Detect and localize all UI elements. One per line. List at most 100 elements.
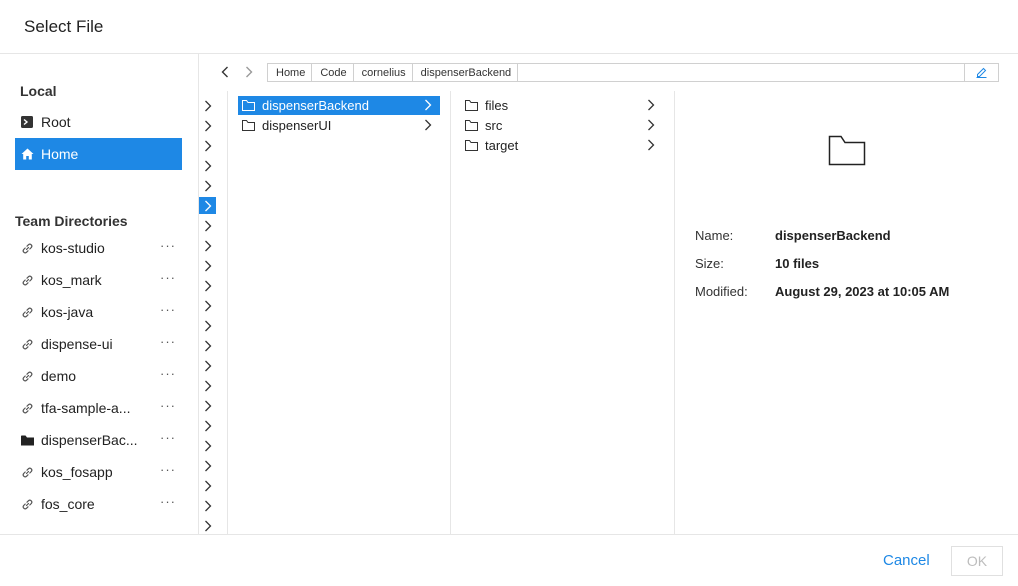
list-item-label: dispenserBackend	[262, 98, 369, 113]
link-icon	[21, 242, 41, 255]
sidebar-item-label: Home	[41, 146, 79, 162]
breadcrumb: Home Code cornelius dispenserBackend	[267, 63, 999, 82]
more-options-icon[interactable]: ···	[160, 302, 176, 317]
chevron-right-icon	[647, 99, 655, 114]
sidebar-item-kos-java[interactable]: kos-java ···	[15, 296, 182, 328]
sidebar-item-kos-fosapp[interactable]: kos_fosapp ···	[15, 456, 182, 488]
collapsed-column-chevron-icon[interactable]	[199, 97, 216, 114]
sidebar-item-label: dispenserBac...	[41, 432, 138, 448]
forward-button[interactable]	[240, 63, 258, 81]
chevron-right-icon	[647, 119, 655, 134]
collapsed-column-chevron-icon[interactable]	[199, 477, 216, 494]
local-section-title: Local	[20, 83, 57, 99]
breadcrumb-item[interactable]: Code	[312, 64, 354, 81]
home-icon	[21, 148, 41, 160]
sidebar-item-root[interactable]: Root	[15, 106, 182, 138]
collapsed-column-chevron-icon[interactable]	[199, 497, 216, 514]
terminal-icon	[21, 116, 41, 128]
collapsed-column-chevron-icon[interactable]	[199, 397, 216, 414]
link-icon	[21, 370, 41, 383]
chevron-left-icon	[221, 66, 228, 78]
folder-icon	[465, 100, 485, 111]
collapsed-column-chevron-icon[interactable]	[199, 297, 216, 314]
sidebar-item-label: kos-java	[41, 304, 94, 320]
breadcrumb-item[interactable]: dispenserBackend	[413, 64, 519, 81]
name-value: dispenserBackend	[775, 228, 891, 243]
collapsed-column-chevron-icon[interactable]	[199, 317, 216, 334]
more-options-icon[interactable]: ···	[160, 270, 176, 285]
collapsed-column-chevron-icon[interactable]	[199, 237, 216, 254]
sidebar-item-label: demo	[41, 368, 77, 384]
footer-divider	[0, 534, 1018, 535]
link-icon	[21, 466, 41, 479]
collapsed-column-chevron-icon[interactable]	[199, 177, 216, 194]
sidebar-item-tfa-sample[interactable]: tfa-sample-a... ···	[15, 392, 182, 424]
back-button[interactable]	[216, 63, 234, 81]
collapsed-column-chevron-icon[interactable]	[199, 117, 216, 134]
collapsed-column-chevron-icon[interactable]	[199, 417, 216, 434]
folder-filled-icon	[21, 435, 41, 446]
list-item-label: target	[485, 138, 519, 153]
more-options-icon[interactable]: ···	[160, 462, 176, 477]
collapsed-column-chevron-icon[interactable]	[199, 257, 216, 274]
sidebar-item-label: tfa-sample-a...	[41, 400, 131, 416]
link-icon	[21, 338, 41, 351]
list-item[interactable]: dispenserUI	[238, 116, 440, 135]
size-value: 10 files	[775, 256, 820, 271]
sidebar-item-demo[interactable]: demo ···	[15, 360, 182, 392]
chevron-right-icon	[647, 139, 655, 154]
more-options-icon[interactable]: ···	[160, 430, 176, 445]
collapsed-column-chevron-icon[interactable]	[199, 337, 216, 354]
collapsed-column-chevron-icon[interactable]	[199, 197, 216, 214]
collapsed-column-chevron-icon[interactable]	[199, 357, 216, 374]
cancel-button[interactable]: Cancel	[883, 552, 930, 569]
collapsed-column-chevron-icon[interactable]	[199, 457, 216, 474]
link-icon	[21, 306, 41, 319]
folder-preview-icon	[828, 135, 866, 169]
list-item[interactable]: src	[461, 116, 663, 135]
sidebar-item-label: Root	[41, 114, 71, 130]
list-item[interactable]: files	[461, 96, 663, 115]
sidebar-item-fos-core[interactable]: fos_core ···	[15, 488, 182, 520]
sidebar-item-label: dispense-ui	[41, 336, 113, 352]
dialog-title: Select File	[24, 17, 104, 36]
link-icon	[21, 402, 41, 415]
sidebar-item-label: kos_mark	[41, 272, 102, 288]
sidebar-item-dispense-ui[interactable]: dispense-ui ···	[15, 328, 182, 360]
collapsed-column-chevron-icon[interactable]	[199, 157, 216, 174]
list-item[interactable]: target	[461, 136, 663, 155]
more-options-icon[interactable]: ···	[160, 398, 176, 413]
list-item-label: src	[485, 118, 503, 133]
more-options-icon[interactable]: ···	[160, 238, 176, 253]
breadcrumb-item[interactable]: Home	[268, 64, 313, 81]
collapsed-column-chevron-icon[interactable]	[199, 137, 216, 154]
sidebar-item-dispenser-backend[interactable]: dispenserBac... ···	[15, 424, 182, 456]
list-item[interactable]: dispenserBackend	[238, 96, 440, 115]
breadcrumb-item[interactable]: cornelius	[354, 64, 413, 81]
column-divider	[674, 91, 675, 534]
ok-button[interactable]: OK	[951, 546, 1003, 576]
collapsed-column-chevron-icon[interactable]	[199, 277, 216, 294]
more-options-icon[interactable]: ···	[160, 366, 176, 381]
sidebar-item-kos-studio[interactable]: kos-studio ···	[15, 232, 182, 264]
name-label: Name:	[695, 228, 734, 243]
more-options-icon[interactable]: ···	[160, 334, 176, 349]
edit-path-button[interactable]	[964, 64, 998, 81]
chevron-right-icon	[424, 119, 432, 134]
column-divider	[227, 91, 228, 534]
sidebar-item-home[interactable]: Home	[15, 138, 182, 170]
folder-icon	[465, 120, 485, 131]
link-icon	[21, 498, 41, 511]
more-options-icon[interactable]: ···	[160, 494, 176, 509]
folder-icon	[242, 120, 262, 131]
collapsed-column-chevron-icon[interactable]	[199, 437, 216, 454]
collapsed-column-chevron-icon[interactable]	[199, 217, 216, 234]
list-item-label: dispenserUI	[262, 118, 332, 133]
chevron-right-icon	[424, 99, 432, 114]
chevron-right-icon	[246, 66, 253, 78]
collapsed-column-chevron-icon[interactable]	[199, 377, 216, 394]
sidebar-item-kos-mark[interactable]: kos_mark ···	[15, 264, 182, 296]
collapsed-column-chevron-icon[interactable]	[199, 517, 216, 534]
pencil-icon	[976, 67, 987, 78]
sidebar-item-label: kos_fosapp	[41, 464, 113, 480]
